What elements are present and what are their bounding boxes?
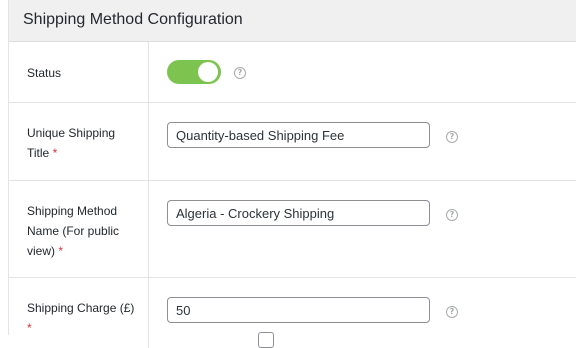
checkbox[interactable] (258, 332, 274, 348)
required-mark: * (27, 321, 32, 335)
unique-title-label: Unique Shipping Title * (27, 123, 137, 163)
unique-title-help-icon[interactable]: ? (446, 131, 458, 143)
unique-title-label-text: Unique Shipping Title (27, 126, 116, 160)
required-mark: * (58, 244, 64, 258)
panel-header: Shipping Method Configuration (9, 0, 576, 42)
required-mark: * (52, 146, 58, 160)
shipping-config-panel: Shipping Method Configuration Status ? U… (8, 0, 576, 348)
method-name-label-text: Shipping Method Name (For public view) (27, 204, 120, 258)
status-label: Status (27, 66, 62, 80)
charge-label-text: Shipping Charge (£) (27, 301, 135, 315)
method-name-row: Shipping Method Name (For public view) *… (9, 181, 576, 278)
status-toggle[interactable] (167, 60, 221, 84)
charge-input[interactable] (167, 297, 430, 323)
status-label-cell: Status (9, 42, 149, 102)
unique-title-label-cell: Unique Shipping Title * (9, 103, 149, 180)
charge-row: Shipping Charge (£) * ? (9, 278, 576, 348)
method-name-label-cell: Shipping Method Name (For public view) * (9, 181, 149, 277)
charge-help-icon[interactable]: ? (446, 306, 458, 318)
toggle-knob (198, 62, 218, 82)
unique-title-input[interactable] (167, 122, 430, 148)
status-row: Status ? (9, 42, 576, 103)
method-name-input[interactable] (167, 200, 430, 226)
method-name-help-icon[interactable]: ? (446, 209, 458, 221)
unique-title-row: Unique Shipping Title * ? (9, 103, 576, 181)
charge-label-cell: Shipping Charge (£) * (9, 278, 149, 348)
method-name-label: Shipping Method Name (For public view) * (27, 201, 137, 261)
panel-title: Shipping Method Configuration (23, 11, 243, 28)
status-help-icon[interactable]: ? (234, 67, 246, 79)
charge-label: Shipping Charge (£) * (27, 298, 137, 338)
